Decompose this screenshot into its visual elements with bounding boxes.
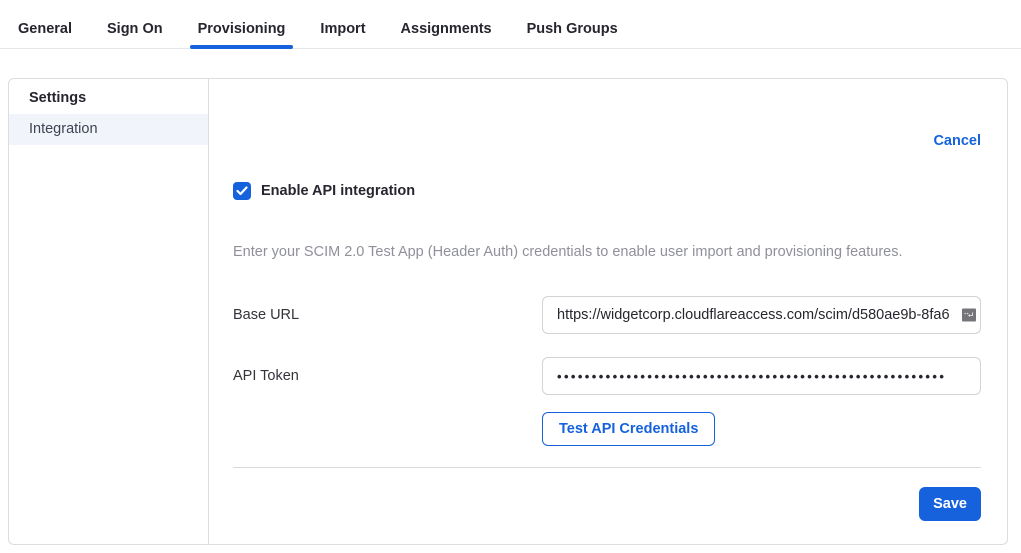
base-url-row: Base URL	[233, 296, 981, 334]
tab-provisioning[interactable]: Provisioning	[198, 21, 286, 48]
base-url-label: Base URL	[233, 307, 542, 323]
sidebar-item-integration[interactable]: Integration	[9, 114, 208, 145]
test-api-credentials-button[interactable]: Test API Credentials	[542, 412, 715, 446]
app-tab-bar: General Sign On Provisioning Import Assi…	[0, 0, 1021, 49]
enable-api-checkbox[interactable]	[233, 182, 251, 200]
api-token-row: API Token	[233, 357, 981, 395]
tab-general[interactable]: General	[18, 21, 72, 48]
return-glyph-icon	[964, 311, 974, 319]
base-url-input-wrap	[542, 296, 981, 334]
settings-sidebar: Settings Integration	[9, 79, 209, 544]
tab-assignments[interactable]: Assignments	[401, 21, 492, 48]
form-divider	[233, 467, 981, 468]
integration-form: Cancel Enable API integration Enter your…	[209, 79, 1007, 544]
checkmark-icon	[236, 186, 248, 196]
tab-import[interactable]: Import	[320, 21, 365, 48]
text-overflow-indicator	[962, 309, 976, 322]
api-token-input[interactable]	[542, 357, 981, 395]
sidebar-header: Settings	[9, 79, 208, 114]
tab-sign-on[interactable]: Sign On	[107, 21, 163, 48]
save-button[interactable]: Save	[919, 487, 981, 521]
enable-api-label: Enable API integration	[261, 183, 415, 199]
base-url-input[interactable]	[542, 296, 981, 334]
credentials-description: Enter your SCIM 2.0 Test App (Header Aut…	[233, 244, 981, 260]
provisioning-panel: Settings Integration Cancel Enable API i…	[8, 78, 1008, 545]
save-row: Save	[233, 487, 981, 521]
enable-api-row: Enable API integration	[233, 182, 981, 200]
api-token-label: API Token	[233, 368, 542, 384]
active-tab-indicator	[190, 45, 294, 49]
api-token-input-wrap	[542, 357, 981, 395]
cancel-button[interactable]: Cancel	[933, 133, 981, 149]
cancel-row: Cancel	[233, 133, 981, 149]
tab-provisioning-label: Provisioning	[198, 21, 286, 37]
tab-push-groups[interactable]: Push Groups	[527, 21, 618, 48]
test-credentials-row: Test API Credentials	[542, 412, 981, 446]
